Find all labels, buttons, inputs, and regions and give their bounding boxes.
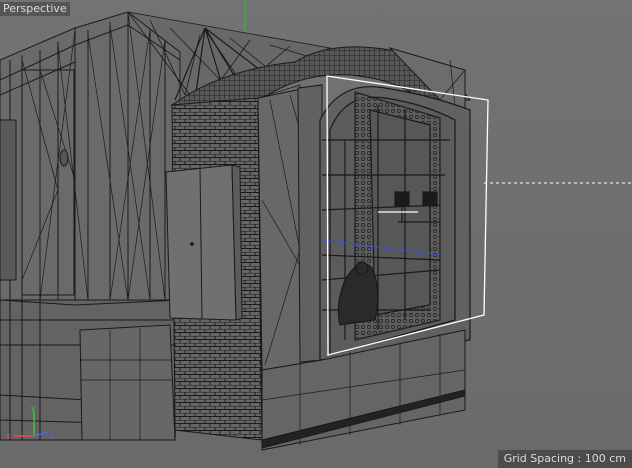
- electrical-cabinet: [165, 164, 243, 321]
- front-facade: [257, 84, 323, 371]
- arched-window: [319, 86, 471, 361]
- svg-text:z: z: [49, 432, 53, 441]
- svg-text:y: y: [31, 404, 36, 413]
- wireframe-scene: y x z: [0, 0, 632, 451]
- 3d-viewport[interactable]: y x z Perspective Grid Spacing : 100 cm: [0, 0, 632, 468]
- svg-text:x: x: [6, 432, 11, 441]
- viewport-view-label[interactable]: Perspective: [0, 2, 70, 16]
- grid-spacing-label: Grid Spacing : 100 cm: [497, 450, 632, 468]
